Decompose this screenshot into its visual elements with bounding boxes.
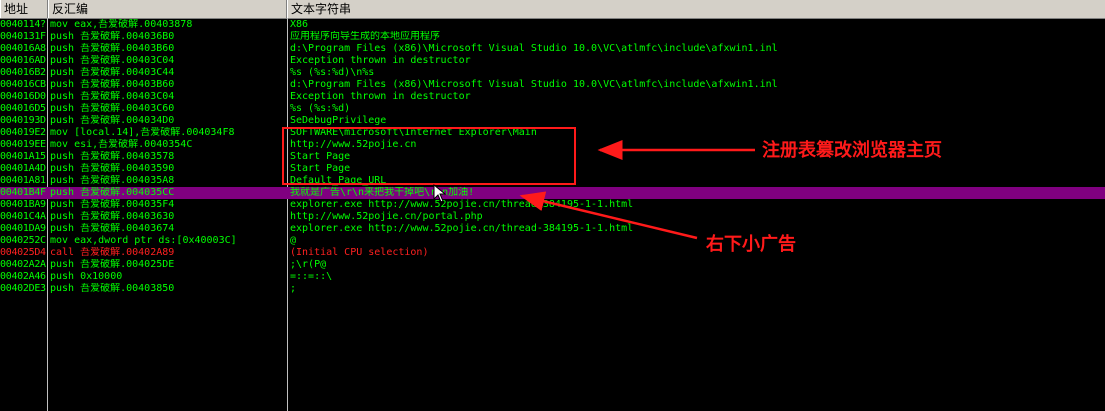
annotation-arrows <box>519 140 755 240</box>
mouse-cursor-icon <box>433 184 447 203</box>
ad-arrow <box>519 191 698 240</box>
string-references-panel: 地址 反汇编 文本字符串 0040114? mov eax,吾爱破解.004038… <box>0 0 1105 411</box>
